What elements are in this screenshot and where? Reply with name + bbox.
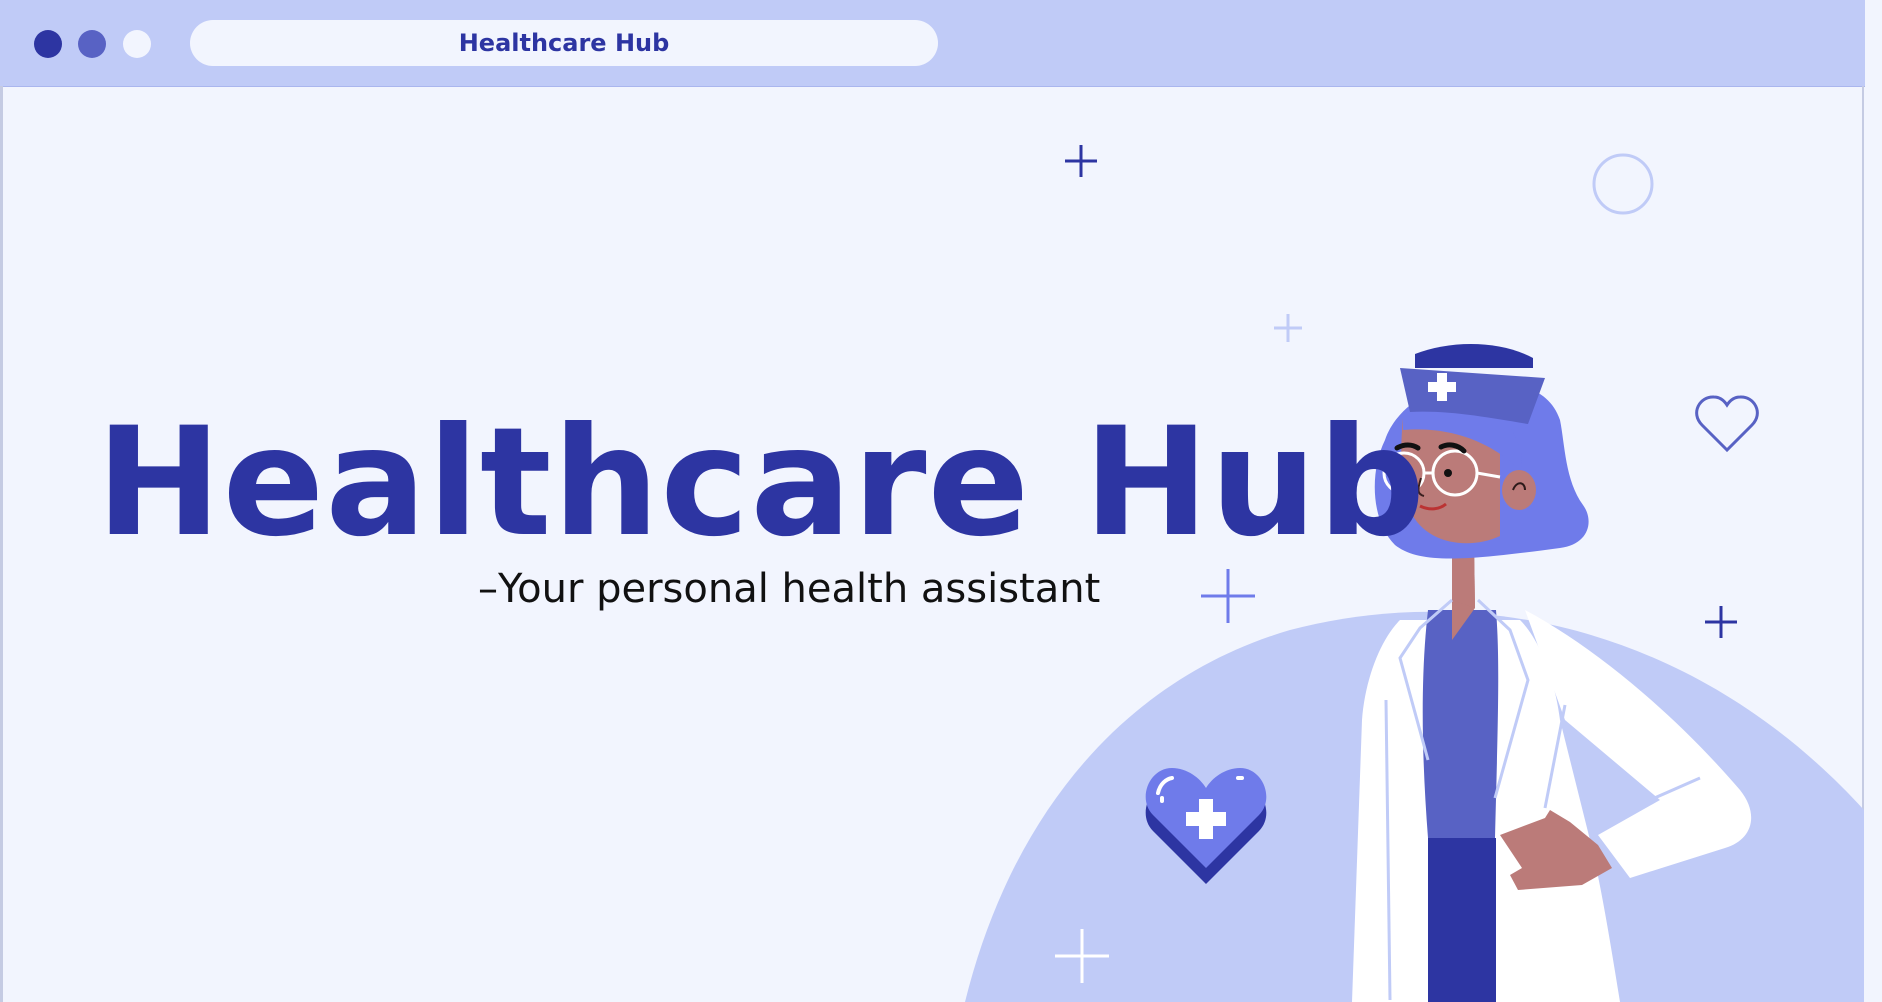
plus-sign-icon xyxy=(1201,569,1255,623)
hero-subtitle: –Your personal health assistant xyxy=(478,566,1101,612)
browser-window: Healthcare Hub Healthcare Hub –Your pers… xyxy=(0,0,1882,1002)
plus-sign-icon xyxy=(1274,314,1302,342)
hero-title: Healthcare Hub xyxy=(96,396,1427,570)
circle-outline-icon xyxy=(1592,153,1654,215)
heart-outline-icon xyxy=(1695,395,1759,453)
plus-sign-icon xyxy=(1065,145,1097,177)
plus-sign-icon xyxy=(1705,606,1737,638)
